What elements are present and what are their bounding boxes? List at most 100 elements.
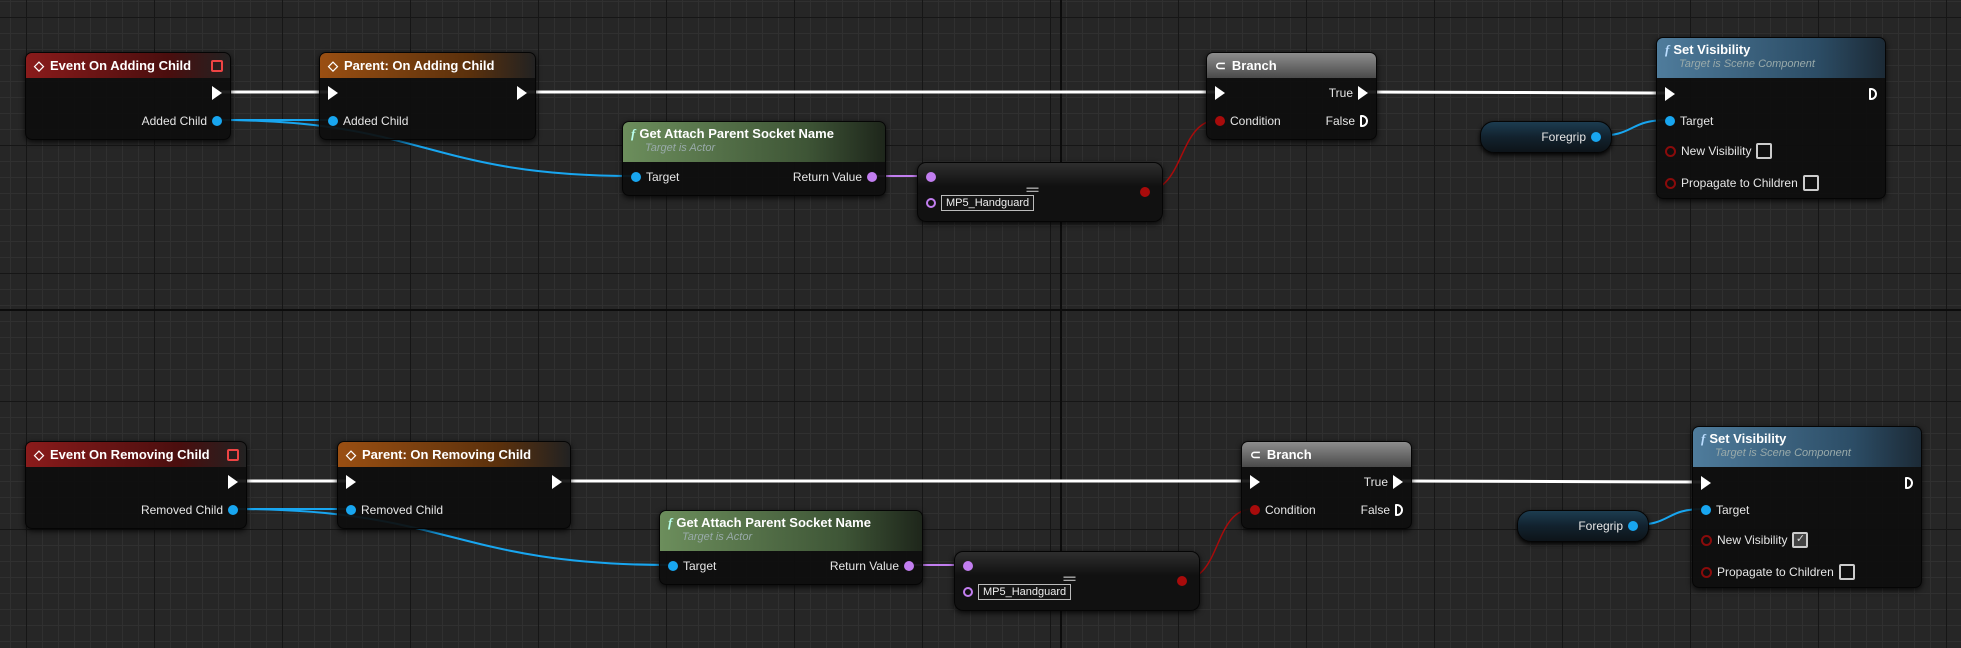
branch-title: Branch [1231,58,1277,73]
event-header: ◇ Event On Adding Child [26,53,230,78]
name-input-pin[interactable] [926,172,936,182]
return-value-row: Return Value [830,558,914,574]
parent-input-row: Removed Child [346,502,443,518]
foregrip-variable-node[interactable]: Foregrip [1480,121,1612,153]
propagate-row: Propagate to Children [1665,175,1819,191]
false-exec-pin[interactable] [1395,504,1403,516]
new-visibility-row: New Visibility [1665,143,1773,159]
condition-pin[interactable] [1215,116,1225,126]
false-exec-pin[interactable] [1360,115,1368,127]
exec-in-pin[interactable] [1250,475,1260,489]
set-visibility-node[interactable]: f Set Visibility Target is Scene Component… [1692,426,1922,588]
branch-node[interactable]: ⊂ Branch True Condition False [1241,441,1412,529]
name-input-pin[interactable] [926,198,936,208]
exec-out-pin[interactable] [517,86,527,100]
true-exec-pin[interactable] [1393,475,1403,489]
bool-output-pin[interactable] [1140,187,1150,197]
exec-out-row [1905,475,1913,491]
delegate-pin-icon[interactable] [227,449,239,461]
return-value-pin[interactable] [867,172,877,182]
target-pin[interactable] [631,172,641,182]
pin-label: Target [646,170,680,184]
event-node[interactable]: ◇ Event On Adding Child Added Child [25,52,231,140]
pin-label: True [1363,475,1388,489]
function-header: f Set Visibility Target is Scene Component [1693,427,1921,467]
parent-call-node[interactable]: ◇ Parent: On Adding Child Added Child [319,52,536,140]
exec-in-row [328,85,338,101]
return-value-pin[interactable] [904,561,914,571]
name-literal-input[interactable]: MP5_Handguard [978,584,1072,600]
object-pin[interactable] [328,116,338,126]
condition-pin[interactable] [1250,505,1260,515]
pin-label: New Visibility [1681,144,1752,158]
propagate-checkbox[interactable] [1838,564,1855,580]
exec-out-pin[interactable] [1869,88,1877,100]
equal-name-node[interactable]: == MP5_Handguard [917,162,1163,222]
function-title: Get Attach Parent Socket Name [676,515,871,530]
exec-out-pin[interactable] [228,475,238,489]
get-attach-parent-socket-name-node[interactable]: f Get Attach Parent Socket Name Target is … [659,510,923,585]
target-row: Target [1665,113,1713,129]
bool-output-pin[interactable] [1177,576,1187,586]
variable-row: Foregrip [1541,129,1601,145]
equal-name-node[interactable]: == MP5_Handguard [954,551,1200,611]
new-visibility-checkbox[interactable] [1756,143,1773,159]
exec-in-pin[interactable] [346,475,356,489]
exec-out-pin[interactable] [1905,477,1913,489]
parent-call-node[interactable]: ◇ Parent: On Removing Child Removed Child [337,441,571,529]
pin-label: Target [1680,114,1714,128]
pin-label: New Visibility [1717,533,1788,547]
object-pin[interactable] [212,116,222,126]
target-row: Target [668,558,716,574]
propagate-checkbox[interactable] [1802,175,1819,191]
event-output-row: Added Child [142,113,222,129]
exec-out-pin[interactable] [212,86,222,100]
exec-out-pin[interactable] [552,475,562,489]
exec-in-pin[interactable] [1701,476,1711,490]
target-pin[interactable] [1665,116,1675,126]
branch-title: Branch [1266,447,1312,462]
exec-in-pin[interactable] [1665,87,1675,101]
pin-label: True [1328,86,1353,100]
name-literal-input[interactable]: MP5_Handguard [941,195,1035,211]
new-visibility-row: New Visibility ✓ [1701,532,1809,548]
variable-row: Foregrip [1578,518,1638,534]
branch-node[interactable]: ⊂ Branch True Condition False [1206,52,1377,140]
set-visibility-node[interactable]: f Set Visibility Target is Scene Component… [1656,37,1886,199]
foregrip-variable-node[interactable]: Foregrip [1517,510,1649,542]
branch-header: ⊂ Branch [1207,53,1376,78]
object-pin[interactable] [228,505,238,515]
bool-pin[interactable] [1665,145,1676,157]
bool-pin[interactable] [1701,566,1712,578]
pin-label: Removed Child [361,503,444,517]
delegate-pin-icon[interactable] [211,60,223,72]
object-pin[interactable] [346,505,356,515]
function-header: f Get Attach Parent Socket Name Target is … [623,122,885,162]
bool-pin[interactable] [1701,534,1712,546]
exec-in-pin[interactable] [328,86,338,100]
new-visibility-checkbox[interactable]: ✓ [1792,532,1809,548]
propagate-row: Propagate to Children [1701,564,1855,580]
true-exec-pin[interactable] [1358,86,1368,100]
parent-input-row: Added Child [328,113,408,129]
event-title: Event On Adding Child [50,58,192,73]
function-subtitle: Target is Actor [682,531,753,543]
name-input-pin[interactable] [963,561,973,571]
function-subtitle: Target is Scene Component [1679,58,1815,70]
function-title-line: f Get Attach Parent Socket Name [631,126,885,142]
bool-pin[interactable] [1665,177,1676,189]
false-row: False [1361,502,1403,518]
target-pin[interactable] [668,561,678,571]
function-title-line: f Set Visibility [1701,431,1921,447]
variable-output-pin[interactable] [1628,521,1638,531]
parent-call-title: Parent: On Adding Child [344,58,495,73]
exec-in-row [1215,85,1225,101]
pin-label: Propagate to Children [1681,176,1798,190]
event-node[interactable]: ◇ Event On Removing Child Removed Child [25,441,247,529]
exec-in-pin[interactable] [1215,86,1225,100]
name-input-pin[interactable] [963,587,973,597]
get-attach-parent-socket-name-node[interactable]: f Get Attach Parent Socket Name Target is … [622,121,886,196]
exec-in-row [1250,474,1260,490]
target-pin[interactable] [1701,505,1711,515]
variable-output-pin[interactable] [1591,132,1601,142]
